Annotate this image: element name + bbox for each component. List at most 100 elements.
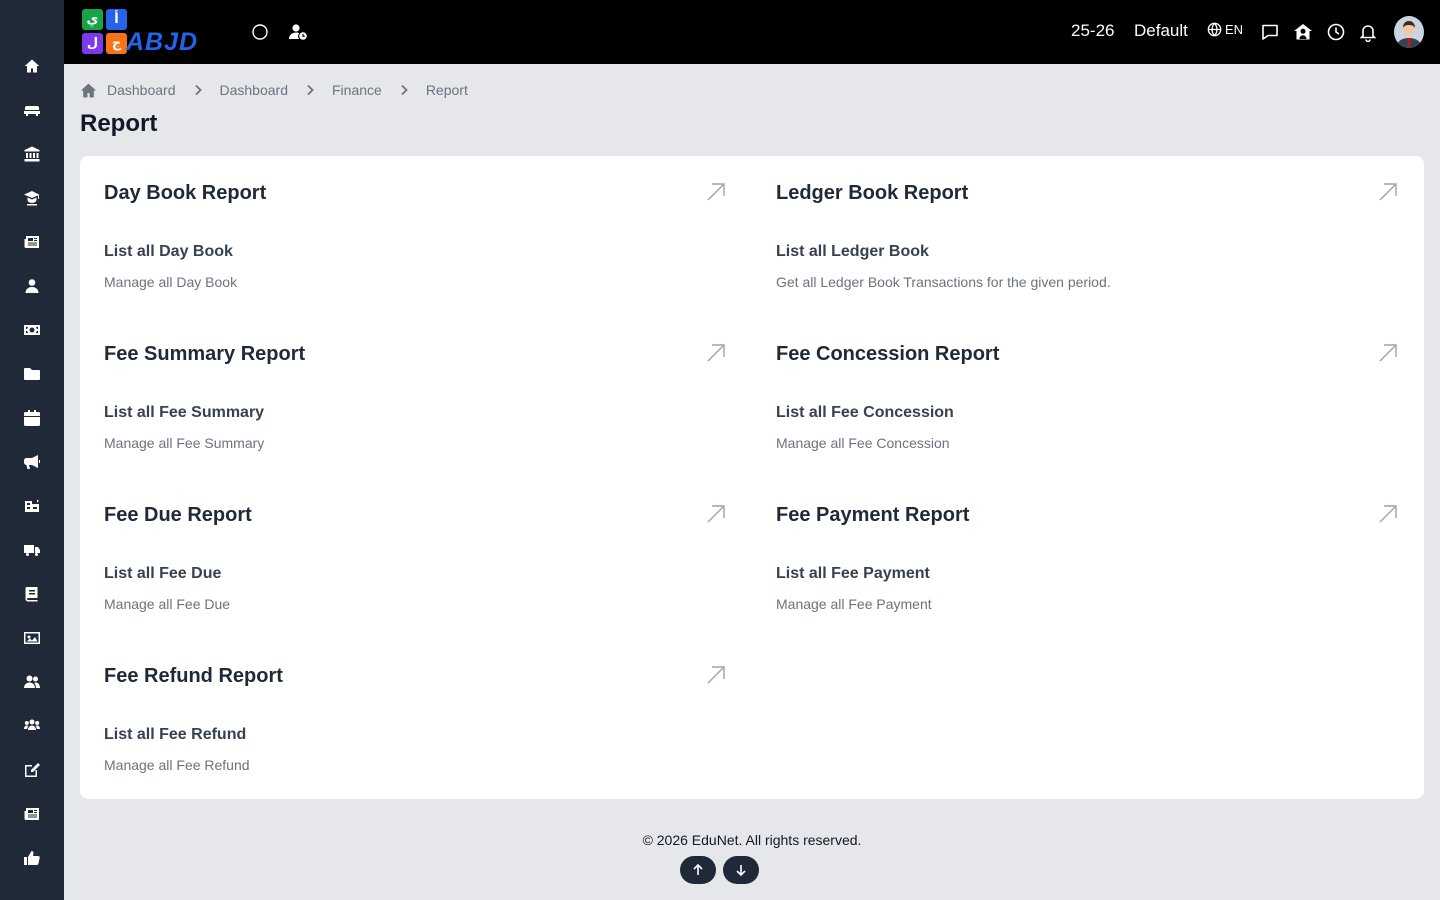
chevron-right-icon <box>194 84 202 96</box>
report-link[interactable]: List all Fee Refund <box>104 726 246 744</box>
sofa-icon <box>24 106 40 116</box>
arrow-up-right-icon[interactable] <box>704 663 728 687</box>
chevron-right-icon <box>307 84 314 96</box>
report-tile-ledger-book: Ledger Book Report List all Ledger Book … <box>752 156 1397 296</box>
megaphone-icon <box>24 455 40 469</box>
sidebar-item-school[interactable] <box>20 494 44 518</box>
report-title: Fee Due Report <box>104 504 252 526</box>
sidebar-item-institution[interactable] <box>20 142 44 166</box>
book-icon <box>25 587 38 602</box>
bell-icon <box>1359 25 1377 42</box>
report-title: Fee Summary Report <box>104 343 306 365</box>
breadcrumb-item-dashboard[interactable]: Dashboard <box>107 82 176 98</box>
clock-icon <box>1327 23 1345 41</box>
sidebar-item-folder[interactable] <box>20 362 44 386</box>
profile-selector[interactable]: Default <box>1134 21 1188 41</box>
arrow-up-right-icon[interactable] <box>704 502 728 526</box>
institution-icon <box>24 146 40 162</box>
globe-icon <box>1207 22 1222 37</box>
language-selector[interactable]: EN <box>1207 22 1243 37</box>
home-icon[interactable] <box>80 82 97 99</box>
arrow-up-icon <box>693 863 703 875</box>
sidebar-item-sofa[interactable] <box>20 98 44 122</box>
sidebar-item-user[interactable] <box>20 274 44 298</box>
group-icon <box>24 719 40 730</box>
arrow-up-right-icon[interactable] <box>704 180 728 204</box>
user-avatar-icon <box>1394 16 1424 48</box>
logo-letter: ج <box>106 33 127 54</box>
sidebar-item-graduate[interactable] <box>20 186 44 210</box>
session-selector[interactable]: 25-26 <box>1071 21 1114 41</box>
avatar[interactable] <box>1394 16 1424 48</box>
sidebar-item-home[interactable] <box>20 54 44 78</box>
folder-icon <box>24 368 40 380</box>
report-description: Manage all Fee Summary <box>104 435 265 451</box>
report-link[interactable]: List all Day Book <box>104 243 233 261</box>
scroll-top-button[interactable] <box>680 856 716 884</box>
report-tile-fee-refund: Fee Refund Report List all Fee Refund Ma… <box>80 639 725 779</box>
chat-icon <box>1262 24 1278 40</box>
status-toggle[interactable] <box>248 20 272 44</box>
sidebar-item-announcements[interactable] <box>20 450 44 474</box>
calendar-icon <box>24 410 40 426</box>
news-icon <box>24 236 39 248</box>
school-home-button[interactable] <box>1291 20 1315 44</box>
report-tile-day-book: Day Book Report List all Day Book Manage… <box>80 156 725 296</box>
report-link[interactable]: List all Fee Payment <box>776 565 930 583</box>
breadcrumb-item-finance[interactable]: Finance <box>332 82 382 98</box>
scroll-bottom-button[interactable] <box>723 856 759 884</box>
sidebar-item-money[interactable] <box>20 318 44 342</box>
report-description: Manage all Day Book <box>104 274 238 290</box>
logo-letter: أ <box>106 9 127 30</box>
arrow-up-right-icon[interactable] <box>704 341 728 365</box>
language-label: EN <box>1225 22 1244 37</box>
users-icon <box>24 675 40 688</box>
breadcrumb-item-dashboard[interactable]: Dashboard <box>220 82 289 98</box>
arrow-up-right-icon[interactable] <box>1376 341 1400 365</box>
report-title: Fee Concession Report <box>776 343 1000 365</box>
history-button[interactable] <box>1324 20 1348 44</box>
home-icon <box>24 59 40 73</box>
footer-copyright: © 2026 EduNet. All rights reserved. <box>642 832 862 848</box>
sidebar-item-library[interactable] <box>20 582 44 606</box>
sidebar-item-groups[interactable] <box>20 714 44 738</box>
sidebar-item-gallery[interactable] <box>20 626 44 650</box>
sidebar-item-feedback[interactable] <box>20 846 44 870</box>
report-list-card: Day Book Report List all Day Book Manage… <box>80 156 1424 799</box>
report-description: Manage all Fee Refund <box>104 757 250 773</box>
school-home-icon <box>1294 24 1312 40</box>
report-title: Fee Refund Report <box>104 665 283 687</box>
breadcrumb: Dashboard Dashboard Finance Report <box>80 80 468 100</box>
topbar: ي أ ل ج ABJD 25-26 Default EN <box>64 0 1440 64</box>
page-title: Report <box>80 110 158 137</box>
arrow-up-right-icon[interactable] <box>1376 502 1400 526</box>
sidebar <box>0 0 64 900</box>
sidebar-item-news[interactable] <box>20 230 44 254</box>
report-link[interactable]: List all Ledger Book <box>776 243 929 261</box>
logo-text: ABJD <box>126 28 199 56</box>
report-description: Manage all Fee Payment <box>776 596 932 612</box>
graduate-icon <box>24 191 39 206</box>
sidebar-item-transport[interactable] <box>20 538 44 562</box>
report-link[interactable]: List all Fee Concession <box>776 404 954 422</box>
report-link[interactable]: List all Fee Due <box>104 565 221 583</box>
sidebar-item-edit[interactable] <box>20 758 44 782</box>
app-logo[interactable]: ي أ ل ج ABJD <box>80 8 226 56</box>
notifications-button[interactable] <box>1356 20 1380 44</box>
report-description: Manage all Fee Concession <box>776 435 950 451</box>
messages-button[interactable] <box>1258 20 1282 44</box>
user-clock-button[interactable] <box>286 20 310 44</box>
arrow-up-right-icon[interactable] <box>1376 180 1400 204</box>
sidebar-item-newspaper[interactable] <box>20 802 44 826</box>
report-tile-fee-payment: Fee Payment Report List all Fee Payment … <box>752 478 1397 618</box>
sidebar-item-calendar[interactable] <box>20 406 44 430</box>
logo-wordmark: ABJD <box>126 28 198 57</box>
report-link[interactable]: List all Fee Summary <box>104 404 264 422</box>
school-icon <box>25 499 39 512</box>
report-description: Get all Ledger Book Transactions for the… <box>776 274 1111 290</box>
arrow-down-icon <box>736 865 746 877</box>
report-title: Fee Payment Report <box>776 504 970 526</box>
report-tile-fee-concession: Fee Concession Report List all Fee Conce… <box>752 317 1397 457</box>
user-clock-icon <box>289 24 307 40</box>
sidebar-item-users[interactable] <box>20 670 44 694</box>
